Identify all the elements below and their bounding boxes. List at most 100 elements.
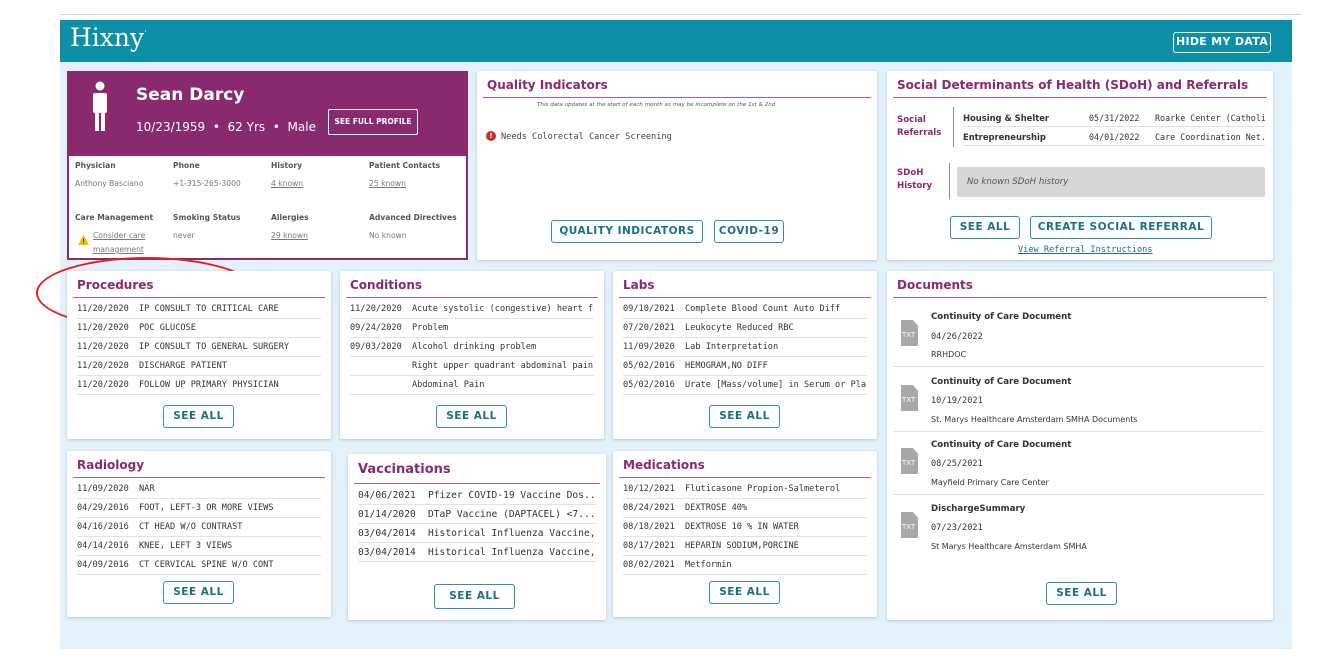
documents-see-all-button[interactable]: SEE ALL: [1046, 582, 1117, 605]
list-item[interactable]: 08/24/2021 DEXTROSE 40%: [623, 499, 867, 518]
list-item[interactable]: Abdominal Pain: [350, 376, 594, 395]
radiology-see-all-button[interactable]: SEE ALL: [163, 581, 234, 604]
referral-row[interactable]: Housing & Shelter 05/31/2022 Roarke Center…: [963, 109, 1265, 127]
procedures-list: 11/20/2020 IP CONSULT TO CRITICAL CARE 11…: [77, 300, 321, 395]
list-item[interactable]: 07/20/2021 Leukocyte Reduced RBC: [623, 319, 867, 338]
conditions-list: 11/20/2020 Acute systolic (congestive) he…: [350, 300, 594, 395]
procedures-title: Procedures: [77, 278, 154, 292]
view-referral-instructions-link[interactable]: View Referral Instructions: [1018, 245, 1153, 255]
list-item[interactable]: 04/29/2016 FOOT, LEFT-3 OR MORE VIEWS: [77, 499, 321, 518]
labs-see-all-button[interactable]: SEE ALL: [709, 405, 780, 428]
list-item[interactable]: Right upper quadrant abdominal pain: [350, 357, 594, 376]
conditions-panel: Conditions 11/20/2020 Acute systolic (con…: [340, 271, 604, 439]
quality-indicators-button[interactable]: QUALITY INDICATORS: [551, 220, 703, 243]
referral-row[interactable]: Entrepreneurship 04/01/2022 Care Coordinat…: [963, 128, 1265, 146]
patient-dob: 10/23/1959: [136, 120, 206, 134]
social-referrals-label: Social Referrals: [897, 115, 942, 138]
document-date: 04/26/2022: [931, 332, 983, 342]
list-item[interactable]: 03/04/2014 Historical Influenza Vaccine, …: [358, 524, 596, 543]
warning-icon: [78, 235, 89, 245]
document-title[interactable]: Continuity of Care Document: [931, 312, 1071, 322]
radiology-title: Radiology: [77, 458, 145, 472]
patient-banner: Sean Darcy 10/23/1959 • 62 Yrs • Male SE…: [69, 73, 466, 156]
create-social-referral-button[interactable]: CREATE SOCIAL REFERRAL: [1030, 216, 1212, 239]
quality-update-note: This data updates at the start of each m…: [537, 102, 776, 108]
list-item[interactable]: 09/24/2020 Problem: [350, 319, 594, 338]
list-item[interactable]: 09/03/2020 Alcohol drinking problem: [350, 338, 594, 357]
list-item[interactable]: 03/04/2014 Historical Influenza Vaccine, …: [358, 543, 596, 562]
document-date: 07/23/2021: [931, 523, 983, 533]
covid-19-button[interactable]: COVID-19: [714, 220, 784, 243]
document-source: St Marys Healthcare Amsterdam SMHA: [931, 542, 1087, 551]
list-item[interactable]: 08/18/2021 DEXTROSE 10 % IN WATER: [623, 518, 867, 537]
medications-see-all-button[interactable]: SEE ALL: [709, 581, 780, 604]
physician-value: Anthony Basciano: [75, 179, 144, 188]
advanced-directives-label: Advanced Directives: [369, 213, 457, 222]
top-divider: [60, 14, 1301, 15]
phone-value: +1-315-265-3000: [173, 179, 241, 188]
conditions-see-all-button[interactable]: SEE ALL: [436, 405, 507, 428]
documents-title: Documents: [897, 278, 973, 292]
medications-panel: Medications 10/12/2021 Fluticasone Propio…: [613, 451, 877, 617]
list-item[interactable]: 11/09/2020 Lab Interpretation: [623, 338, 867, 357]
dashboard: Hixny· HIDE MY DATA Sean Darcy 10/23/195…: [36, 20, 1292, 649]
hixny-logo[interactable]: Hixny·: [70, 23, 147, 52]
history-link[interactable]: 4 known: [271, 179, 303, 188]
allergies-link[interactable]: 29 known: [271, 231, 308, 240]
vaccinations-panel: Vaccinations 04/06/2021 Pfizer COVID-19 V…: [348, 454, 606, 620]
list-item[interactable]: 11/20/2020 Acute systolic (congestive) he…: [350, 300, 594, 319]
sdoh-history-empty: No known SDoH history: [957, 167, 1265, 197]
hide-my-data-button[interactable]: HIDE MY DATA: [1173, 32, 1271, 53]
medications-title: Medications: [623, 458, 705, 472]
list-item[interactable]: 04/06/2021 Pfizer COVID-19 Vaccine Dos...: [358, 486, 596, 505]
patient-sex: Male: [287, 120, 316, 134]
list-item[interactable]: 11/09/2020 NAR: [77, 480, 321, 499]
list-item[interactable]: 10/12/2021 Fluticasone Propion-Salmeterol: [623, 480, 867, 499]
smoking-status-label: Smoking Status: [173, 213, 241, 222]
labs-list: 09/10/2021 Complete Blood Count Auto Diff…: [623, 300, 867, 395]
list-item[interactable]: 11/20/2020 DISCHARGE PATIENT: [77, 357, 321, 376]
list-item[interactable]: 11/20/2020 IP CONSULT TO GENERAL SURGERY: [77, 338, 321, 357]
smoking-status-value: never: [173, 231, 195, 240]
list-item[interactable]: 11/20/2020 FOLLOW UP PRIMARY PHYSICIAN: [77, 376, 321, 395]
list-item[interactable]: 01/14/2020 DTaP Vaccine (DAPTACEL) <7...: [358, 505, 596, 524]
list-item[interactable]: 05/02/2016 Urate [Mass/volume] in Serum o…: [623, 376, 867, 395]
care-management-link-line2[interactable]: management: [93, 245, 144, 254]
document-source: RRHDOC: [931, 350, 967, 359]
list-item[interactable]: 04/16/2016 CT HEAD W/O CONTRAST: [77, 518, 321, 537]
conditions-title: Conditions: [350, 278, 423, 292]
quality-indicators-title: Quality Indicators: [487, 78, 608, 92]
list-item[interactable]: 08/17/2021 HEPARIN SODIUM,PORCINE: [623, 537, 867, 556]
procedures-see-all-button[interactable]: SEE ALL: [163, 405, 234, 428]
document-date: 10/19/2021: [931, 396, 983, 406]
document-icon: TXT: [901, 448, 918, 474]
document-title[interactable]: DischargeSummary: [931, 504, 1025, 514]
list-item[interactable]: 08/02/2021 Metformin: [623, 556, 867, 575]
radiology-panel: Radiology 11/09/2020 NAR 04/29/2016 FOOT, …: [67, 451, 331, 617]
list-item[interactable]: 11/20/2020 IP CONSULT TO CRITICAL CARE: [77, 300, 321, 319]
vaccinations-see-all-button[interactable]: SEE ALL: [434, 584, 515, 609]
list-item[interactable]: 04/09/2016 CT CERVICAL SPINE W/O CONT: [77, 556, 321, 575]
quality-item: Needs Colorectal Cancer Screening: [501, 132, 672, 142]
phone-label: Phone: [173, 161, 200, 170]
care-management-link-line1[interactable]: Consider care: [93, 231, 145, 240]
document-title[interactable]: Continuity of Care Document: [931, 377, 1071, 387]
documents-panel: Documents TXT Continuity of Care Documen…: [887, 271, 1273, 620]
procedures-panel: Procedures 11/20/2020 IP CONSULT TO CRITI…: [67, 271, 331, 439]
vaccinations-title: Vaccinations: [358, 462, 451, 477]
list-item[interactable]: 09/10/2021 Complete Blood Count Auto Diff: [623, 300, 867, 319]
patient-card: Sean Darcy 10/23/1959 • 62 Yrs • Male SE…: [36, 71, 468, 329]
patient-contacts-link[interactable]: 25 known: [369, 179, 406, 188]
quality-indicators-panel: Quality Indicators This data updates at …: [477, 71, 877, 260]
allergies-label: Allergies: [271, 213, 309, 222]
list-item[interactable]: 05/02/2016 HEMOGRAM,NO DIFF: [623, 357, 867, 376]
list-item[interactable]: 04/14/2016 KNEE, LEFT 3 VIEWS: [77, 537, 321, 556]
sdoh-see-all-button[interactable]: SEE ALL: [950, 216, 1020, 239]
document-icon: TXT: [901, 320, 918, 346]
physician-label: Physician: [75, 161, 116, 170]
see-full-profile-button[interactable]: SEE FULL PROFILE: [328, 109, 418, 135]
document-source: Mayfield Primary Care Center: [931, 478, 1049, 487]
list-item[interactable]: 11/20/2020 POC GLUCOSE: [77, 319, 321, 338]
vaccinations-list: 04/06/2021 Pfizer COVID-19 Vaccine Dos...…: [358, 486, 596, 562]
document-title[interactable]: Continuity of Care Document: [931, 440, 1071, 450]
